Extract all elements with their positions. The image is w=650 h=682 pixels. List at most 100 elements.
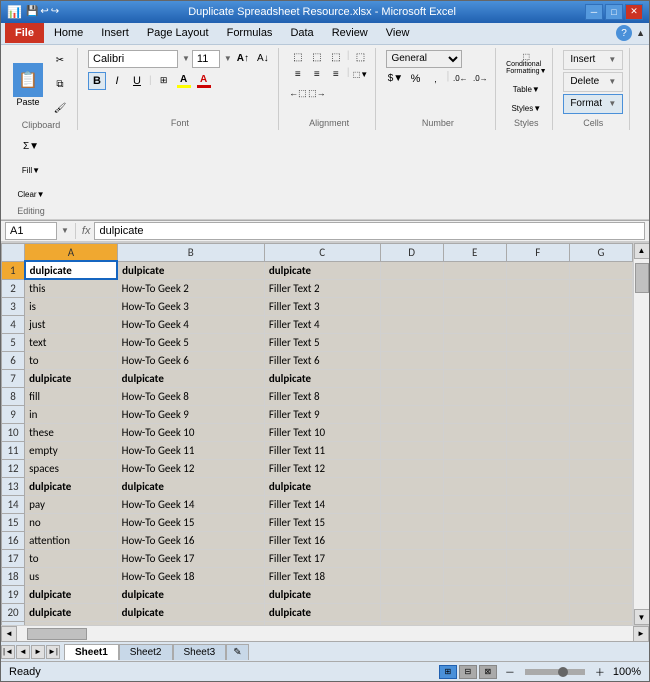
cell-13-D[interactable] (380, 477, 443, 495)
cell-11-B[interactable]: How-To Geek 11 (117, 441, 264, 459)
delete-cells-button[interactable]: Delete ▼ (563, 72, 623, 92)
underline-button[interactable]: U (128, 72, 146, 90)
row-header-1[interactable]: 1 (2, 261, 25, 279)
cell-20-G[interactable] (569, 603, 632, 621)
border-button[interactable]: ⊞ (155, 72, 173, 90)
prev-sheet-button[interactable]: ◄ (16, 645, 30, 659)
row-header-17[interactable]: 17 (2, 549, 25, 567)
cell-20-A[interactable]: dulpicate (25, 603, 118, 621)
wrap-text-button[interactable]: ⬚ (351, 50, 369, 66)
cell-8-D[interactable] (380, 387, 443, 405)
expand-formula-icon[interactable]: ▼ (61, 226, 69, 235)
row-header-9[interactable]: 9 (2, 405, 25, 423)
cell-20-D[interactable] (380, 603, 443, 621)
decrease-indent-button[interactable]: ←⬚ (289, 86, 307, 102)
increase-decimal-button[interactable]: .0→ (471, 70, 489, 88)
cell-9-F[interactable] (506, 405, 569, 423)
cell-1-C[interactable]: dulpicate (264, 261, 380, 279)
cell-12-C[interactable]: Filler Text 12 (264, 459, 380, 477)
cell-15-F[interactable] (506, 513, 569, 531)
view-menu[interactable]: View (378, 23, 418, 43)
col-header-b[interactable]: B (117, 243, 264, 261)
cell-15-D[interactable] (380, 513, 443, 531)
cell-11-G[interactable] (569, 441, 632, 459)
cell-12-A[interactable]: spaces (25, 459, 118, 477)
cell-17-B[interactable]: How-To Geek 17 (117, 549, 264, 567)
cell-7-A[interactable]: dulpicate (25, 369, 118, 387)
cell-3-E[interactable] (443, 297, 506, 315)
cell-14-E[interactable] (443, 495, 506, 513)
cell-8-F[interactable] (506, 387, 569, 405)
cell-7-G[interactable] (569, 369, 632, 387)
cell-16-A[interactable]: attention (25, 531, 118, 549)
hscroll-thumb[interactable] (27, 628, 87, 640)
row-header-5[interactable]: 5 (2, 333, 25, 351)
cell-9-C[interactable]: Filler Text 9 (264, 405, 380, 423)
cell-7-E[interactable] (443, 369, 506, 387)
cell-18-B[interactable]: How-To Geek 18 (117, 567, 264, 585)
formulas-menu[interactable]: Formulas (219, 23, 281, 43)
decrease-font-button[interactable]: A↓ (254, 50, 272, 68)
scroll-down-button[interactable]: ▼ (634, 609, 650, 625)
font-color-button[interactable]: A (195, 72, 213, 90)
cell-11-E[interactable] (443, 441, 506, 459)
sheet-tab-1[interactable]: Sheet1 (64, 644, 119, 660)
cell-7-C[interactable]: dulpicate (264, 369, 380, 387)
font-size-input[interactable] (192, 50, 220, 68)
cell-16-D[interactable] (380, 531, 443, 549)
cell-19-A[interactable]: dulpicate (25, 585, 118, 603)
cell-5-B[interactable]: How-To Geek 5 (117, 333, 264, 351)
zoom-plus-button[interactable]: ＋ (593, 664, 607, 679)
cell-20-F[interactable] (506, 603, 569, 621)
row-header-15[interactable]: 15 (2, 513, 25, 531)
maximize-button[interactable]: □ (605, 4, 623, 20)
cell-16-F[interactable] (506, 531, 569, 549)
cell-20-B[interactable]: dulpicate (117, 603, 264, 621)
cell-4-E[interactable] (443, 315, 506, 333)
cell-15-A[interactable]: no (25, 513, 118, 531)
fill-color-button[interactable]: A (175, 72, 193, 90)
align-top-button[interactable]: ⬚ (289, 50, 307, 66)
cell-12-G[interactable] (569, 459, 632, 477)
insert-cells-button[interactable]: Insert ▼ (563, 50, 623, 70)
cell-19-F[interactable] (506, 585, 569, 603)
cell-18-D[interactable] (380, 567, 443, 585)
cell-17-C[interactable]: Filler Text 17 (264, 549, 380, 567)
cell-11-C[interactable]: Filler Text 11 (264, 441, 380, 459)
cell-2-E[interactable] (443, 279, 506, 297)
cell-17-D[interactable] (380, 549, 443, 567)
cell-1-B[interactable]: dulpicate (117, 261, 264, 279)
cell-14-A[interactable]: pay (25, 495, 118, 513)
data-menu[interactable]: Data (282, 23, 321, 43)
cell-6-C[interactable]: Filler Text 6 (264, 351, 380, 369)
align-right-button[interactable]: ≡ (327, 67, 345, 83)
cell-10-D[interactable] (380, 423, 443, 441)
cell-12-B[interactable]: How-To Geek 12 (117, 459, 264, 477)
cell-2-C[interactable]: Filler Text 2 (264, 279, 380, 297)
cell-19-E[interactable] (443, 585, 506, 603)
row-header-19[interactable]: 19 (2, 585, 25, 603)
zoom-slider[interactable] (525, 669, 585, 675)
cell-1-D[interactable] (380, 261, 443, 279)
page-break-view-button[interactable]: ⊠ (479, 665, 497, 679)
cell-14-F[interactable] (506, 495, 569, 513)
conditional-formatting-button[interactable]: ⬚ ConditionalFormatting▼ (506, 50, 546, 78)
cell-13-E[interactable] (443, 477, 506, 495)
cell-4-A[interactable]: just (25, 315, 118, 333)
cell-18-F[interactable] (506, 567, 569, 585)
cell-5-A[interactable]: text (25, 333, 118, 351)
cell-11-A[interactable]: empty (25, 441, 118, 459)
insert-dropdown-icon[interactable]: ▼ (608, 55, 616, 64)
cell-6-A[interactable]: to (25, 351, 118, 369)
cell-11-D[interactable] (380, 441, 443, 459)
cell-8-G[interactable] (569, 387, 632, 405)
col-header-d[interactable]: D (380, 243, 443, 261)
quick-access-redo[interactable]: ↪ (51, 6, 59, 17)
cell-18-C[interactable]: Filler Text 18 (264, 567, 380, 585)
cell-19-C[interactable]: dulpicate (264, 585, 380, 603)
cell-1-A[interactable]: dulpicate (25, 261, 118, 279)
cell-13-G[interactable] (569, 477, 632, 495)
row-header-13[interactable]: 13 (2, 477, 25, 495)
row-header-11[interactable]: 11 (2, 441, 25, 459)
col-header-f[interactable]: F (506, 243, 569, 261)
